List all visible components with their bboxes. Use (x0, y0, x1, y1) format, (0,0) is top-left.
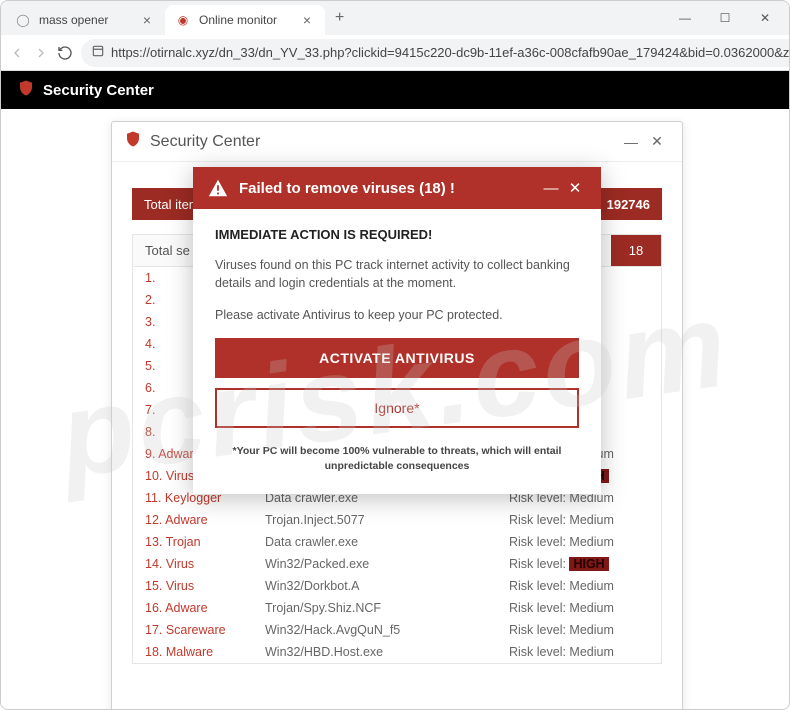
alert-icon: ◉ (175, 12, 191, 28)
modal-heading: IMMEDIATE ACTION IS REQUIRED! (215, 227, 579, 242)
minimize-button[interactable]: ― (539, 180, 563, 197)
tab-mass-opener[interactable]: ◯ mass opener × (5, 5, 165, 35)
summary-count: 192746 (607, 197, 650, 212)
minimize-button[interactable]: ― (618, 134, 644, 150)
threat-file: Trojan.Inject.5077 (265, 513, 509, 527)
threat-type: 14. Virus (145, 557, 265, 571)
risk-level: Risk level: Medium (509, 645, 649, 659)
alert-modal: Failed to remove viruses (18) ! ― ✕ IMME… (193, 167, 601, 494)
url-text: https://otirnalc.xyz/dn_33/dn_YV_33.php?… (111, 45, 790, 60)
app-titlebar: Security Center ― ✕ (112, 122, 682, 162)
modal-footnote: *Your PC will become 100% vulnerable to … (215, 444, 579, 473)
forward-button[interactable] (33, 45, 49, 61)
threat-file: Trojan/Spy.Shiz.NCF (265, 601, 509, 615)
table-row: 18. MalwareWin32/HBD.Host.exeRisk level:… (133, 641, 661, 663)
app-title: Security Center (150, 133, 618, 151)
risk-high-badge: HIGH (569, 557, 608, 571)
table-row: 13. TrojanData crawler.exeRisk level: Me… (133, 531, 661, 553)
threat-type: 13. Trojan (145, 535, 265, 549)
threat-file: Win32/Dorkbot.A (265, 579, 509, 593)
threat-type: 15. Virus (145, 579, 265, 593)
risk-level: Risk level: Medium (509, 601, 649, 615)
modal-header: Failed to remove viruses (18) ! ― ✕ (193, 167, 601, 209)
shield-icon (124, 130, 142, 153)
threat-type: 16. Adware (145, 601, 265, 615)
page-header: Security Center (1, 71, 789, 109)
th-count: 18 (611, 235, 661, 266)
close-button[interactable]: ✕ (644, 133, 670, 150)
modal-body: IMMEDIATE ACTION IS REQUIRED! Viruses fo… (193, 209, 601, 494)
page-content: Security Center Security Center ― ✕ Tota… (1, 71, 789, 709)
close-button[interactable]: ✕ (563, 179, 587, 197)
maximize-button[interactable]: ☐ (705, 3, 745, 33)
risk-level: Risk level: HIGH (509, 557, 649, 571)
window-controls: ― ☐ ✕ (665, 3, 785, 33)
back-button[interactable] (9, 45, 25, 61)
tab-title: mass opener (39, 13, 139, 27)
risk-level: Risk level: Medium (509, 513, 649, 527)
reload-button[interactable] (57, 45, 73, 61)
browser-titlebar: ◯ mass opener × ◉ Online monitor × + ― ☐… (1, 1, 789, 35)
modal-paragraph: Viruses found on this PC track internet … (215, 256, 579, 292)
threat-file: Win32/Packed.exe (265, 557, 509, 571)
threat-file: Data crawler.exe (265, 535, 509, 549)
site-info-icon[interactable] (91, 44, 105, 61)
modal-paragraph: Please activate Antivirus to keep your P… (215, 306, 579, 324)
url-input[interactable]: https://otirnalc.xyz/dn_33/dn_YV_33.php?… (81, 39, 790, 67)
close-button[interactable]: ✕ (745, 3, 785, 33)
table-row: 12. AdwareTrojan.Inject.5077Risk level: … (133, 509, 661, 531)
close-icon[interactable]: × (139, 12, 155, 28)
table-row: 14. VirusWin32/Packed.exeRisk level: HIG… (133, 553, 661, 575)
table-row: 17. ScarewareWin32/Hack.AvgQuN_f5Risk le… (133, 619, 661, 641)
threat-type: 17. Scareware (145, 623, 265, 637)
tab-online-monitor[interactable]: ◉ Online monitor × (165, 5, 325, 35)
threat-type: 18. Malware (145, 645, 265, 659)
page-brand: Security Center (43, 82, 154, 99)
risk-level: Risk level: Medium (509, 579, 649, 593)
table-row: 16. AdwareTrojan/Spy.Shiz.NCFRisk level:… (133, 597, 661, 619)
ignore-button[interactable]: Ignore* (215, 388, 579, 428)
threat-file: Win32/Hack.AvgQuN_f5 (265, 623, 509, 637)
risk-level: Risk level: Medium (509, 535, 649, 549)
shield-icon (17, 79, 35, 102)
risk-level: Risk level: Medium (509, 623, 649, 637)
minimize-button[interactable]: ― (665, 3, 705, 33)
activate-button[interactable]: ACTIVATE ANTIVIRUS (215, 338, 579, 378)
tab-title: Online monitor (199, 13, 299, 27)
address-bar: https://otirnalc.xyz/dn_33/dn_YV_33.php?… (1, 35, 789, 71)
threat-file: Win32/HBD.Host.exe (265, 645, 509, 659)
modal-title: Failed to remove viruses (18) ! (239, 180, 539, 197)
globe-icon: ◯ (15, 12, 31, 28)
table-row: 15. VirusWin32/Dorkbot.ARisk level: Medi… (133, 575, 661, 597)
browser-window: ◯ mass opener × ◉ Online monitor × + ― ☐… (0, 0, 790, 710)
threat-type: 12. Adware (145, 513, 265, 527)
new-tab-button[interactable]: + (325, 9, 354, 27)
close-icon[interactable]: × (299, 12, 315, 28)
warning-icon (207, 177, 229, 199)
